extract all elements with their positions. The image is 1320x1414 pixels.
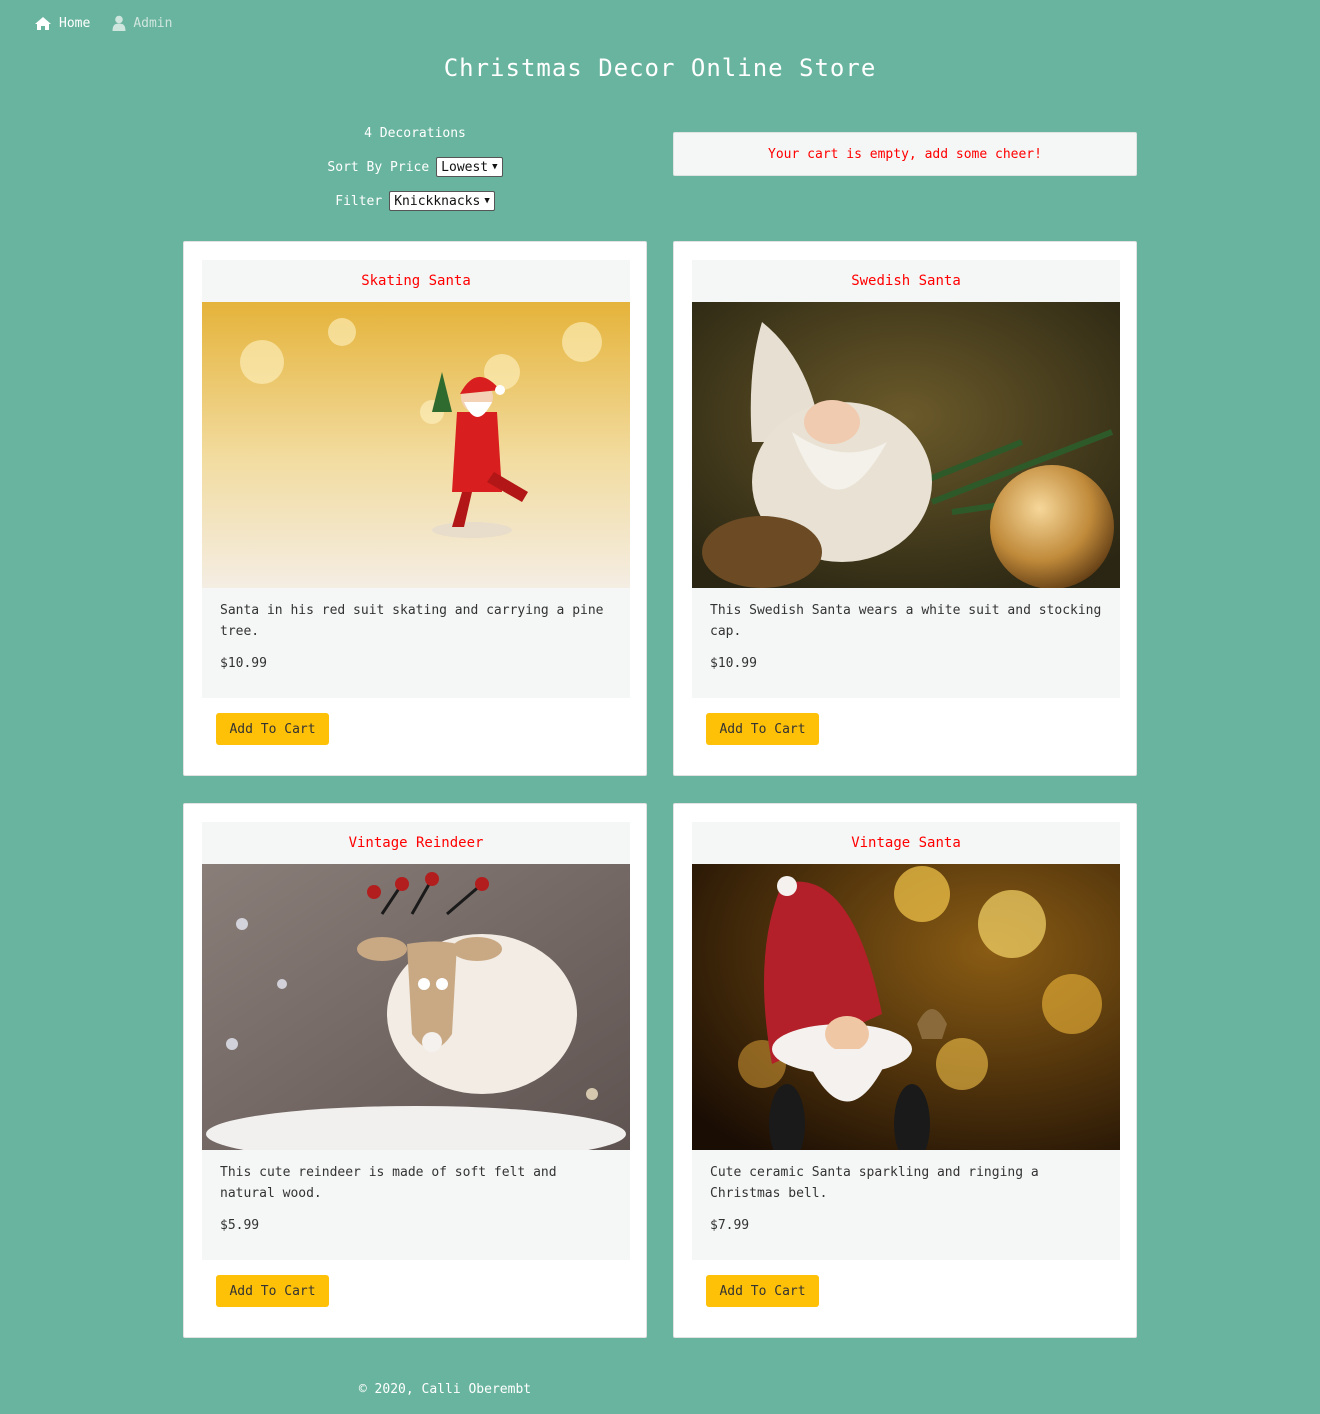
add-to-cart-button[interactable]: Add To Cart bbox=[706, 713, 819, 745]
sort-select-value: Lowest bbox=[441, 159, 489, 175]
product-info: Cute ceramic Santa sparkling and ringing… bbox=[692, 1150, 1120, 1260]
product-image bbox=[202, 302, 630, 588]
product-image bbox=[692, 864, 1120, 1150]
product-card: Swedish Santa This Swedish Santa wears a… bbox=[673, 241, 1137, 776]
decoration-count: 4 Decorations bbox=[364, 126, 466, 141]
top-nav: Home Admin bbox=[34, 15, 172, 31]
nav-home-link[interactable]: Home bbox=[34, 15, 90, 31]
product-description: This cute reindeer is made of soft felt … bbox=[220, 1165, 557, 1201]
sort-row: Sort By Price Lowest ▼ bbox=[260, 150, 570, 184]
home-icon bbox=[34, 16, 52, 31]
product-price: $10.99 bbox=[220, 656, 267, 671]
product-info: Santa in his red suit skating and carryi… bbox=[202, 588, 630, 698]
sort-select[interactable]: Lowest ▼ bbox=[436, 157, 503, 177]
footer-copyright: © 2020, Calli Oberembt bbox=[358, 1382, 532, 1397]
filter-select-value: Knickknacks bbox=[394, 193, 481, 209]
product-card: Vintage Santa Cute ceramic Santa sparkli… bbox=[673, 803, 1137, 1338]
user-icon bbox=[112, 15, 126, 31]
sort-label: Sort By Price bbox=[327, 159, 430, 175]
chevron-down-icon: ▼ bbox=[492, 162, 498, 172]
product-price: $7.99 bbox=[710, 1218, 750, 1233]
product-price: $5.99 bbox=[220, 1218, 260, 1233]
product-price: $10.99 bbox=[710, 656, 757, 671]
product-description: Cute ceramic Santa sparkling and ringing… bbox=[710, 1165, 1039, 1201]
product-info: This cute reindeer is made of soft felt … bbox=[202, 1150, 630, 1260]
page-title: Christmas Decor Online Store bbox=[443, 54, 877, 82]
nav-admin-link[interactable]: Admin bbox=[112, 15, 172, 31]
product-name: Vintage Santa bbox=[692, 822, 1120, 864]
cart-panel: Your cart is empty, add some cheer! bbox=[673, 132, 1137, 176]
product-description: Santa in his red suit skating and carryi… bbox=[220, 603, 604, 639]
add-to-cart-button[interactable]: Add To Cart bbox=[706, 1275, 819, 1307]
nav-admin-label: Admin bbox=[133, 15, 173, 31]
nav-home-label: Home bbox=[59, 15, 91, 31]
product-name: Swedish Santa bbox=[692, 260, 1120, 302]
add-to-cart-button[interactable]: Add To Cart bbox=[216, 713, 329, 745]
product-name: Skating Santa bbox=[202, 260, 630, 302]
product-info: This Swedish Santa wears a white suit an… bbox=[692, 588, 1120, 698]
product-card: Skating Santa Santa in his red suit skat… bbox=[183, 241, 647, 776]
cart-empty-message: Your cart is empty, add some cheer! bbox=[768, 146, 1042, 162]
product-card: Vintage Reindeer This cute reindeer is m… bbox=[183, 803, 647, 1338]
product-image bbox=[692, 302, 1120, 588]
catalog-controls: 4 Decorations Sort By Price Lowest ▼ Fil… bbox=[260, 126, 570, 218]
filter-label: Filter bbox=[335, 193, 383, 209]
chevron-down-icon: ▼ bbox=[484, 196, 490, 206]
product-description: This Swedish Santa wears a white suit an… bbox=[710, 603, 1102, 639]
product-name: Vintage Reindeer bbox=[202, 822, 630, 864]
product-image bbox=[202, 864, 630, 1150]
filter-row: Filter Knickknacks ▼ bbox=[260, 184, 570, 218]
add-to-cart-button[interactable]: Add To Cart bbox=[216, 1275, 329, 1307]
filter-select[interactable]: Knickknacks ▼ bbox=[389, 191, 495, 211]
